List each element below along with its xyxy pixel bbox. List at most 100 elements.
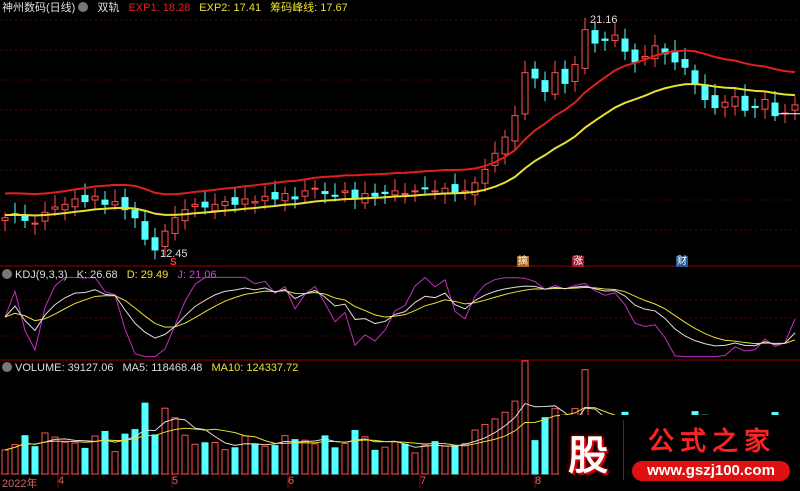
volume-bar [411,452,419,475]
stock-name[interactable]: 神州数码(日线) [2,2,75,14]
volume-bar [71,442,79,475]
candle-body [401,193,409,196]
candle-body [351,189,359,200]
volume-bar [211,442,219,475]
volume-bar [441,445,449,475]
candle-body [291,196,299,200]
settings-icon[interactable] [2,269,12,279]
candle-body [521,72,529,115]
candle-body [211,203,219,212]
candle-body [421,187,429,190]
volume-bar [501,411,509,475]
exp2-line [4,82,796,217]
volume-bar [51,436,59,475]
volume-bar [221,449,229,475]
candle-body [171,217,179,235]
candle-body [341,190,349,193]
watermark-logo: 股 公式之家 www.gszj100.com [560,415,800,488]
candle-body [301,190,309,197]
candle-body [1,217,9,221]
candle-body [581,29,589,69]
volume-bar [391,441,399,475]
candle-body [541,80,549,92]
volume-bar [521,360,529,475]
candle-body [761,99,769,110]
x-axis-label: 2022年 [2,478,38,490]
signal-tag: 擒 [517,256,529,267]
candle-body [261,195,269,202]
candle-body [791,104,799,111]
volume-bar [101,430,109,475]
logo-name: 公式之家 [648,426,777,456]
volume-bar [301,439,309,475]
volume-bar [431,441,439,475]
candle-body [681,59,689,68]
volume-bar [381,446,389,475]
candle-body [231,197,239,205]
volume-bar [151,434,159,475]
candle-body [431,190,439,193]
sell-signal: S [170,257,177,268]
candle-body [701,84,709,101]
candle-body [551,72,559,95]
candle-body [191,203,199,208]
volume-bar [511,400,519,475]
candle-body [531,68,539,79]
x-axis-label: 6 [288,475,295,487]
candle-body [591,30,599,44]
volume-bar [191,443,199,475]
candle-body [331,194,339,197]
exp1-line [4,49,796,196]
volume-bar [161,407,169,475]
exp2-value: EXP2: 17.41 [199,2,262,14]
volume-bar [461,442,469,475]
volume-bar [41,432,49,475]
settings-icon[interactable] [2,362,12,372]
candle-body [81,194,89,203]
x-axis-label: 7 [420,475,427,487]
price-pane-header: 神州数码(日线) 双轨 EXP1: 18.28 EXP2: 17.41 筹码峰线… [2,1,354,15]
volume-bar [551,408,559,475]
volume-bar [421,444,429,475]
volume-bar [1,449,9,475]
volume-bar [81,447,89,475]
candle-body [561,68,569,84]
volume-bar [251,443,259,475]
candle-body [381,191,389,195]
candle-body [631,49,639,63]
volume-bar [181,434,189,475]
candle-body [741,95,749,111]
d-line [4,286,796,345]
candle-body [391,190,399,196]
candle-body [51,206,59,210]
volume-bar [401,443,409,475]
volume-bar [21,435,29,475]
signal-tag: 涨 [572,256,584,267]
settings-icon[interactable] [78,2,89,12]
candle-body [771,102,779,117]
volume-bar [341,443,349,475]
volume-bar [291,439,299,475]
kdj-pane-header: KDJ(9,3,3) K: 26.68 D: 29.49 J: 21.06 [2,268,222,282]
volume-bar [491,418,499,475]
candle-body [601,38,609,41]
candle-body [311,187,319,190]
volume-bar [311,443,319,475]
volume-bar [61,441,69,475]
volume-bar [531,440,539,475]
volume-bar [111,451,119,475]
volume-bar [31,446,39,475]
candle-body [711,95,719,109]
candle-body [241,198,249,205]
volume-bar [271,445,279,475]
candle-body [271,191,279,200]
candle-body [21,215,29,221]
chip-value: 筹码峰线: 17.67 [270,2,348,14]
volume-bar [141,402,149,475]
candle-body [751,105,759,109]
candle-body [31,222,39,225]
volume-pane-header: VOLUME: 39127.06 MA5: 118468.48 MA10: 12… [2,361,304,375]
volume-value: VOLUME: 39127.06 [15,362,114,374]
candle-body [221,201,229,206]
volume-bar [371,449,379,475]
